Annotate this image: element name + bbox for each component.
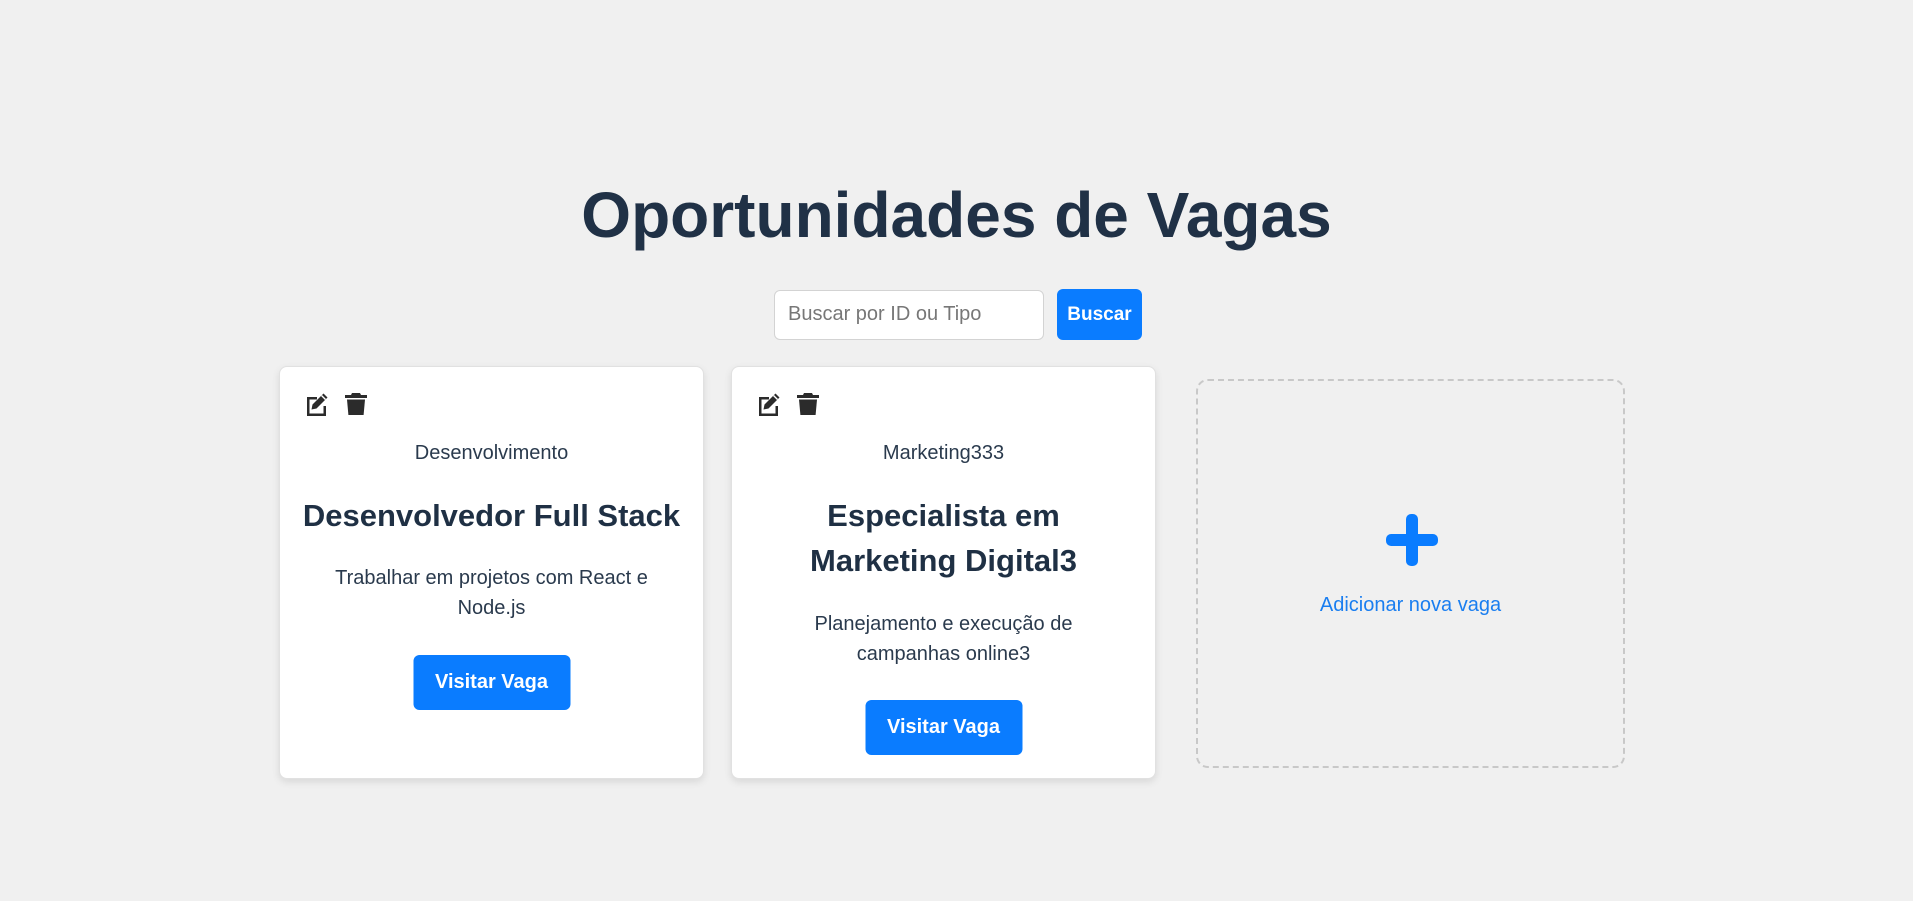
job-card: Marketing333 Especialista em Marketing D…: [731, 366, 1156, 779]
job-title: Desenvolvedor Full Stack: [302, 498, 681, 533]
job-description: Trabalhar em projetos com React e Node.j…: [335, 567, 648, 619]
edit-icon[interactable]: [756, 391, 782, 417]
add-job-card[interactable]: Adicionar nova vaga: [1196, 379, 1625, 768]
search-bar: Buscar: [774, 289, 1142, 340]
plus-icon: [1386, 514, 1438, 566]
edit-icon[interactable]: [304, 391, 330, 417]
job-type: Marketing333: [882, 442, 1005, 464]
card-actions: [756, 391, 821, 417]
trash-icon[interactable]: [795, 391, 821, 417]
search-input[interactable]: [774, 289, 1044, 340]
card-actions: [304, 391, 369, 417]
visit-job-button[interactable]: Visitar Vaga: [865, 700, 1022, 755]
add-job-label: Adicionar nova vaga: [1319, 594, 1502, 616]
job-title: Especialista em Marketing Digital3: [810, 498, 1077, 578]
page-title: Oportunidades de Vagas: [581, 179, 1332, 251]
job-description: Planejamento e execução de campanhas onl…: [814, 613, 1073, 665]
job-type: Desenvolvimento: [414, 442, 569, 464]
visit-job-button[interactable]: Visitar Vaga: [413, 655, 570, 710]
search-button[interactable]: Buscar: [1057, 289, 1142, 340]
job-card: Desenvolvimento Desenvolvedor Full Stack…: [279, 366, 704, 779]
trash-icon[interactable]: [343, 391, 369, 417]
